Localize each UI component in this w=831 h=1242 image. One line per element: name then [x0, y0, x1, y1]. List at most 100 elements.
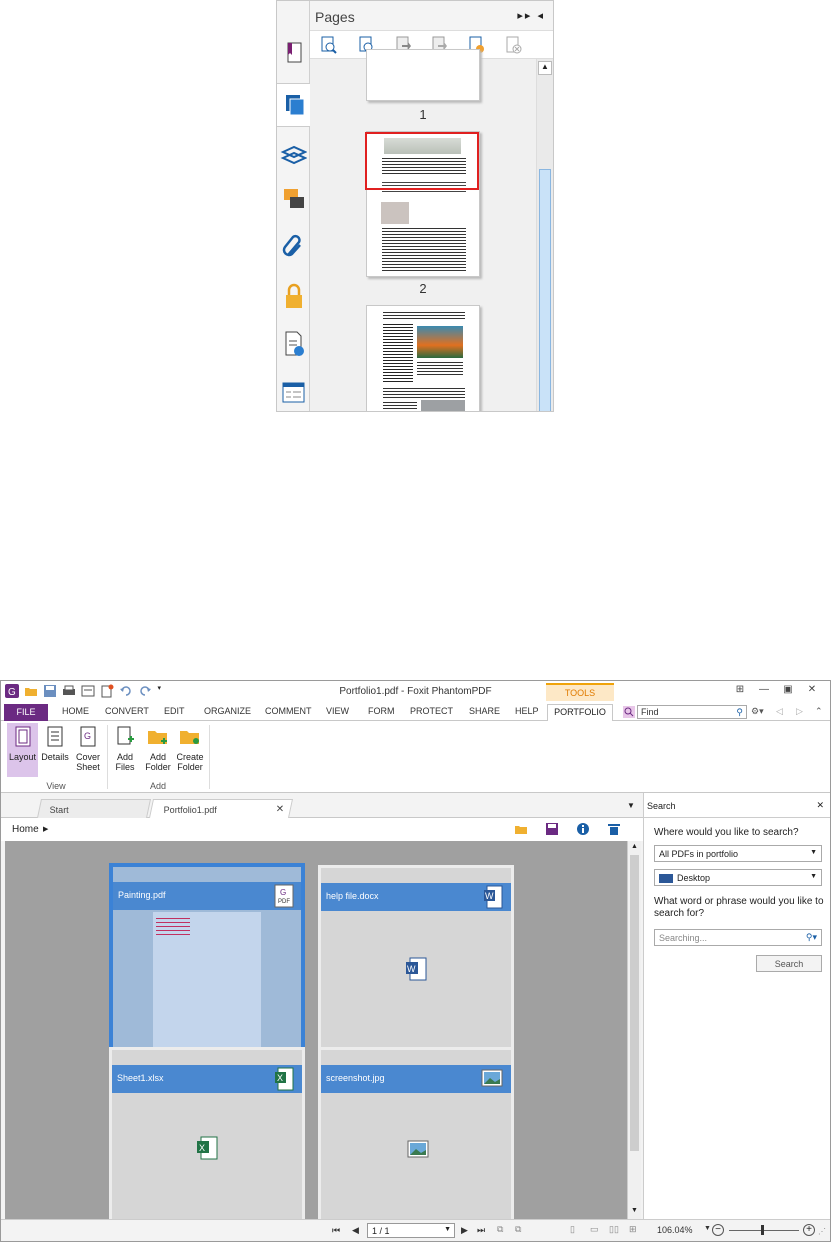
tools-context-tab[interactable]: TOOLS — [546, 683, 614, 701]
pages-scrollbar[interactable]: ▲ — [536, 59, 553, 411]
search-panel-title: Search — [647, 801, 676, 811]
tab-form[interactable]: FORM — [368, 706, 395, 716]
scroll-up-button[interactable]: ▲ — [538, 61, 552, 75]
file-card[interactable]: Sheet1.xlsx X X — [109, 1047, 305, 1219]
search-icon[interactable] — [623, 706, 635, 718]
facing-page-icon[interactable]: ▯▯ — [609, 1224, 619, 1235]
close-search-icon[interactable]: ✕ — [816, 800, 824, 811]
tab-view[interactable]: VIEW — [326, 706, 349, 716]
previous-view-icon[interactable]: ⧉ — [497, 1224, 503, 1235]
page-number-input[interactable]: 1 / 1 ▼ — [367, 1223, 455, 1238]
tab-portfolio[interactable]: PORTFOLIO — [547, 704, 613, 722]
search-phrase-input[interactable]: Searching... ⚲▾ — [654, 929, 822, 946]
file-name: Painting.pdf — [118, 890, 166, 900]
zoom-slider-handle[interactable] — [761, 1225, 764, 1235]
breadcrumb[interactable]: Home — [12, 824, 39, 835]
tab-file[interactable]: FILE — [4, 704, 48, 721]
comments-icon[interactable] — [280, 185, 307, 215]
add-folder-button[interactable]: Add Folder — [144, 723, 172, 777]
bookmark-icon[interactable] — [280, 37, 307, 67]
open-folder-icon[interactable] — [514, 822, 528, 839]
single-page-icon[interactable]: ▯ — [570, 1224, 575, 1235]
search-location-select[interactable]: Desktop ▼ — [654, 869, 822, 886]
content-icon[interactable] — [280, 377, 307, 407]
canvas-scrollbar[interactable]: ▲ ▼ — [627, 841, 641, 1219]
tab-portfolio1-pdf[interactable]: Portfolio1.pdf ✕ — [148, 799, 294, 818]
zoom-out-icon[interactable]: − — [712, 1224, 724, 1236]
restore-ribbon-icon[interactable]: ⊞ — [728, 684, 752, 695]
tab-protect[interactable]: PROTECT — [410, 706, 453, 716]
attachments-icon[interactable] — [280, 233, 307, 263]
page-thumbnail-selected[interactable] — [365, 131, 480, 277]
signature-icon[interactable] — [280, 329, 307, 359]
file-card[interactable]: help file.docx W W — [318, 865, 514, 1059]
next-page-icon[interactable]: ▶ — [461, 1225, 468, 1236]
details-button[interactable]: Details — [40, 723, 70, 777]
previous-result-icon[interactable]: ◁ — [776, 706, 783, 717]
tab-help[interactable]: HELP — [515, 706, 539, 716]
find-input[interactable]: Find ⚲ — [637, 705, 747, 719]
tab-edit[interactable]: EDIT — [164, 706, 185, 716]
zoom-level[interactable]: 106.04% — [657, 1225, 693, 1235]
search-scope-value: All PDFs in portfolio — [659, 849, 739, 859]
zoom-slider[interactable] — [729, 1230, 799, 1231]
layers-icon[interactable] — [280, 139, 308, 169]
zoom-dropdown-icon[interactable]: ▼ — [704, 1225, 711, 1232]
pdf-preview — [153, 912, 261, 1050]
delete-page-icon[interactable] — [504, 36, 522, 54]
next-view-icon[interactable]: ⧉ — [515, 1224, 521, 1235]
zoom-in-icon[interactable]: + — [803, 1224, 815, 1236]
next-result-icon[interactable]: ▷ — [796, 706, 803, 717]
collapse-ribbon-icon[interactable]: ⌃ — [815, 706, 823, 717]
info-icon[interactable] — [576, 822, 590, 839]
cover-sheet-button[interactable]: G Cover Sheet — [72, 723, 104, 777]
tab-portfolio1-label: Portfolio1.pdf — [163, 805, 217, 815]
chevron-down-icon: ▼ — [810, 849, 817, 856]
maximize-button[interactable]: ▣ — [776, 684, 800, 695]
scroll-thumb[interactable] — [539, 169, 551, 411]
delete-icon[interactable] — [607, 822, 621, 839]
search-options-icon[interactable]: ⚲▾ — [806, 932, 817, 943]
page-thumbnail[interactable] — [366, 49, 480, 101]
previous-page-icon[interactable]: ◀ — [352, 1225, 359, 1236]
add-files-button[interactable]: Add Files — [112, 723, 138, 777]
pages-icon[interactable] — [277, 83, 311, 127]
search-scope-select[interactable]: All PDFs in portfolio ▼ — [654, 845, 822, 862]
continuous-page-icon[interactable]: ▭ — [590, 1224, 599, 1235]
resize-grip-icon[interactable]: ⋰ — [818, 1227, 826, 1236]
tab-organize[interactable]: ORGANIZE — [204, 706, 251, 716]
tab-share[interactable]: SHARE — [469, 706, 500, 716]
search-button[interactable]: Search — [756, 955, 822, 972]
close-tab-icon[interactable]: ✕ — [275, 804, 283, 815]
visible-area-indicator[interactable] — [365, 132, 479, 190]
tab-start[interactable]: Start — [36, 799, 152, 818]
panel-collapse-controls[interactable]: ▸▸ ◂ — [517, 9, 545, 22]
layout-button[interactable]: Layout — [7, 723, 38, 777]
ribbon-divider — [107, 725, 108, 789]
tab-convert[interactable]: CONVERT — [105, 706, 149, 716]
scroll-up-icon[interactable]: ▲ — [631, 843, 638, 850]
last-page-icon[interactable]: ⏭ — [477, 1225, 485, 1236]
tab-home[interactable]: HOME — [62, 706, 89, 716]
excel-preview-icon: X — [196, 1136, 218, 1163]
close-button[interactable]: ✕ — [800, 684, 824, 695]
file-card-selected[interactable]: Painting.pdf PDF G — [109, 863, 305, 1059]
tab-comment[interactable]: COMMENT — [265, 706, 312, 716]
scroll-thumb[interactable] — [630, 855, 639, 1151]
continuous-facing-icon[interactable]: ⊞ — [629, 1224, 637, 1235]
settings-gear-icon[interactable]: ⚙▾ — [751, 706, 764, 717]
find-search-icon[interactable]: ⚲ — [736, 707, 743, 718]
first-page-icon[interactable]: ⏮ — [332, 1225, 340, 1236]
chevron-down-icon: ▼ — [444, 1226, 451, 1233]
scroll-down-icon[interactable]: ▼ — [631, 1207, 638, 1214]
minimize-button[interactable]: — — [752, 684, 776, 695]
zoom-in-page-icon[interactable] — [320, 36, 338, 54]
file-card[interactable]: screenshot.jpg — [318, 1047, 514, 1219]
create-folder-button[interactable]: Create Folder — [175, 723, 205, 777]
pdf-file-icon: PDF G — [274, 884, 294, 911]
security-icon[interactable] — [280, 281, 307, 311]
page-thumbnail[interactable] — [366, 305, 480, 411]
tab-list-dropdown-icon[interactable]: ▼ — [627, 801, 635, 810]
breadcrumb-arrow-icon[interactable]: ▶ — [43, 825, 48, 833]
save-file-icon[interactable] — [545, 822, 559, 839]
